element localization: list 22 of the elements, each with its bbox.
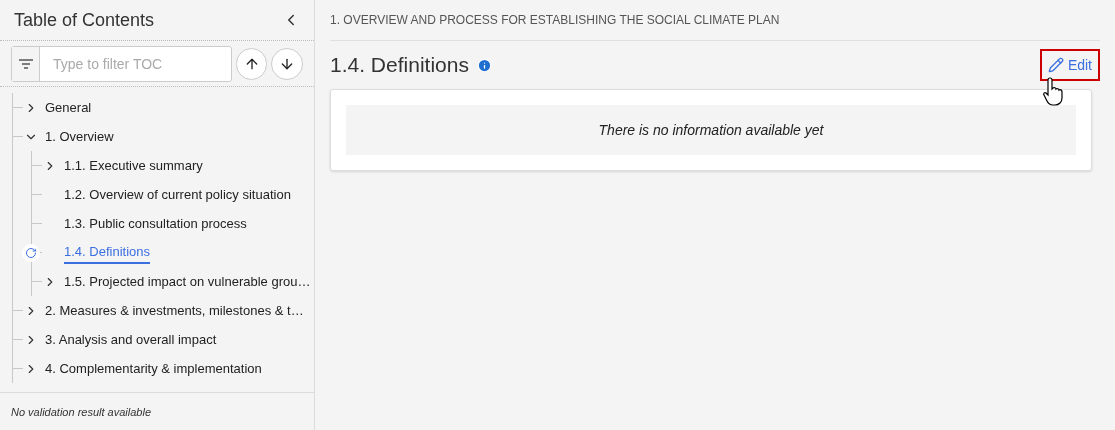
section-title: 1.4. Definitions (330, 52, 469, 79)
toc-item[interactable]: 1.4. Definitions (64, 241, 150, 264)
pencil-icon (1047, 57, 1064, 73)
toc-item[interactable]: General (45, 97, 92, 118)
toc-item[interactable]: 1.3. Public consultation process (64, 213, 247, 234)
breadcrumb: 1. OVERVIEW AND PROCESS FOR ESTABLISHING THE SOCIAL CLIMATE PLAN (330, 12, 780, 29)
sidebar-title: Table of Contents (14, 8, 155, 32)
move-up-button[interactable] (235, 47, 268, 80)
move-down-button[interactable] (271, 47, 303, 80)
empty-message: There is no information available yet (598, 120, 824, 140)
filter-icon[interactable] (18, 58, 33, 69)
toc-item[interactable]: 2. Measures & investments, milestones & t… (45, 300, 304, 321)
edit-button[interactable]: Edit (1039, 49, 1100, 81)
toc-item[interactable]: 1.1. Executive summary (64, 155, 203, 176)
refresh-icon (22, 244, 40, 262)
toc-item[interactable]: 4. Complementarity & implementation (45, 358, 262, 379)
toc-item[interactable]: 1.5. Projected impact on vulnerable grou… (64, 271, 311, 292)
validation-status: No validation result available (11, 406, 152, 418)
toc-item[interactable]: 1. Overview (45, 126, 114, 147)
toc-item[interactable]: 3. Analysis and overall impact (45, 329, 217, 350)
toc-item[interactable]: 1.2. Overview of current policy situation (64, 184, 291, 205)
info-icon[interactable] (476, 57, 492, 73)
